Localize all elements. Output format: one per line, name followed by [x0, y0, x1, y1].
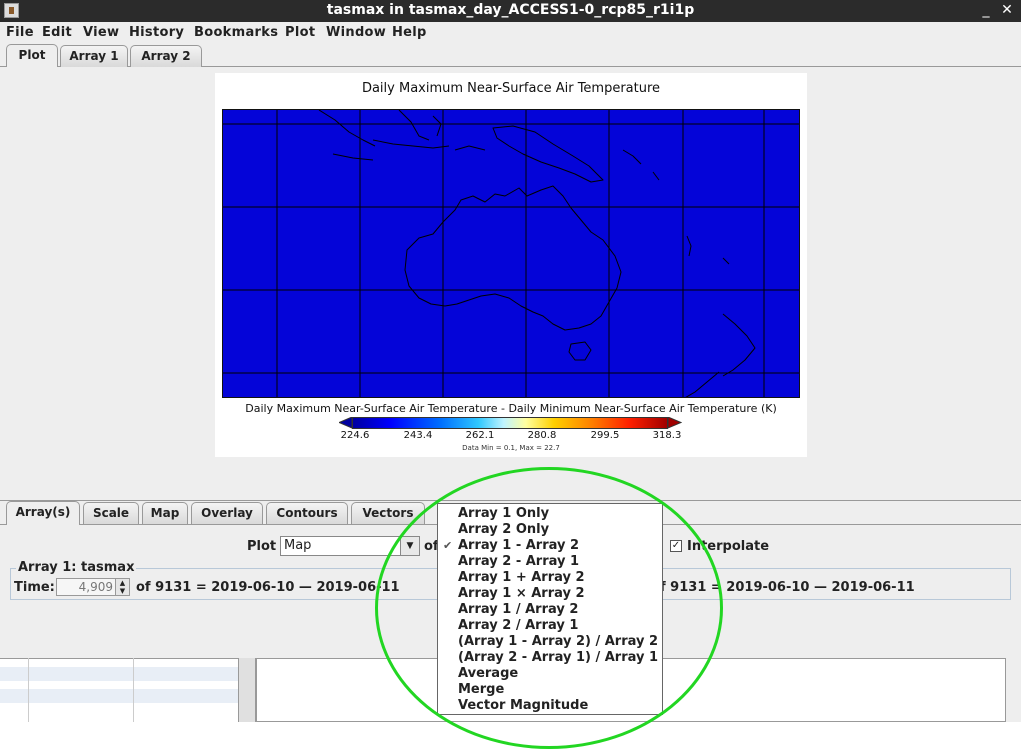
minimize-button[interactable]: _ — [978, 2, 994, 18]
menu-edit[interactable]: Edit — [42, 25, 72, 40]
time-range-left: of 9131 = 2019-06-10 — 2019-06-11 — [136, 580, 400, 595]
colorbar-tick: 318.3 — [652, 430, 682, 441]
popup-item-array1-div-array2[interactable]: Array 1 / Array 2 — [458, 602, 578, 617]
menu-history[interactable]: History — [129, 25, 184, 40]
popup-item-vector-magnitude[interactable]: Vector Magnitude — [458, 698, 588, 713]
colorbar-tick: 262.1 — [465, 430, 495, 441]
time-label: Time: — [14, 580, 55, 595]
map-plot[interactable] — [222, 109, 800, 398]
popup-item-average[interactable]: Average — [458, 666, 518, 681]
colorbar-left-arrow — [339, 417, 353, 429]
spin-up-icon[interactable]: ▲ — [115, 579, 129, 587]
close-button[interactable]: ✕ — [999, 2, 1015, 18]
title-bar: tasmax in tasmax_day_ACCESS1-0_rcp85_r1i… — [0, 0, 1021, 22]
plot-title: Daily Maximum Near-Surface Air Temperatu… — [361, 81, 661, 96]
tab-scale[interactable]: Scale — [83, 502, 139, 524]
interpolate-label: Interpolate — [687, 539, 770, 554]
menu-view[interactable]: View — [83, 25, 119, 40]
plot-label: Plot — [247, 539, 277, 554]
popup-item-array1-plus-array2[interactable]: Array 1 + Array 2 — [458, 570, 585, 585]
top-tab-strip: Plot Array 1 Array 2 — [0, 43, 1021, 68]
tab-map[interactable]: Map — [142, 502, 188, 524]
tab-overlay[interactable]: Overlay — [191, 502, 263, 524]
window-bottom — [0, 722, 1021, 752]
colorbar-label: Daily Maximum Near-Surface Air Temperatu… — [245, 402, 777, 415]
tab-array-2[interactable]: Array 2 — [130, 45, 202, 67]
window-title: tasmax in tasmax_day_ACCESS1-0_rcp85_r1i… — [326, 2, 695, 18]
popup-item-array2-minus-array1[interactable]: Array 2 - Array 1 — [458, 554, 579, 569]
popup-item-reldiff-array1[interactable]: (Array 2 - Array 1) / Array 1 — [458, 650, 658, 665]
combine-mode-popup-menu[interactable]: ✔ Array 1 Only Array 2 Only Array 1 - Ar… — [437, 503, 663, 715]
time-value: 4,909 — [78, 580, 113, 594]
popup-item-array1-minus-array2[interactable]: Array 1 - Array 2 — [458, 538, 579, 553]
plot-type-value: Map — [284, 538, 312, 553]
table-column-divider — [133, 658, 134, 722]
menu-window[interactable]: Window — [326, 25, 386, 40]
data-table[interactable] — [0, 658, 238, 723]
colorbar-tick: 224.6 — [340, 430, 370, 441]
time-spinner[interactable]: 4,909 ▲ ▼ — [56, 578, 130, 596]
array1-title: Array 1: tasmax — [16, 560, 137, 575]
chevron-down-icon[interactable]: ▼ — [400, 537, 419, 555]
table-row[interactable] — [0, 667, 238, 681]
menu-plot[interactable]: Plot — [285, 25, 315, 40]
tab-array-1[interactable]: Array 1 — [60, 45, 128, 67]
spin-down-icon[interactable]: ▼ — [115, 587, 129, 595]
table-row[interactable] — [0, 689, 238, 703]
menu-bookmarks[interactable]: Bookmarks — [194, 25, 278, 40]
interpolate-checkbox[interactable]: ✓ — [670, 540, 682, 552]
popup-item-array1-only[interactable]: Array 1 Only — [458, 506, 549, 521]
popup-item-reldiff-array2[interactable]: (Array 1 - Array 2) / Array 2 — [458, 634, 658, 649]
popup-item-array1-times-array2[interactable]: Array 1 × Array 2 — [458, 586, 585, 601]
colorbar-tick: 243.4 — [403, 430, 433, 441]
tab-vectors[interactable]: Vectors — [351, 502, 425, 524]
tab-arrays[interactable]: Array(s) — [6, 501, 80, 525]
tab-contours[interactable]: Contours — [266, 502, 348, 524]
menu-file[interactable]: File — [6, 25, 34, 40]
plot-type-select[interactable]: Map ▼ — [280, 536, 420, 556]
colorbar-tick: 280.8 — [527, 430, 557, 441]
tab-plot[interactable]: Plot — [6, 44, 58, 68]
menu-help[interactable]: Help — [392, 25, 427, 40]
map-coastlines — [223, 110, 799, 397]
data-range-note: Data Min = 0.1, Max = 22.7 — [462, 444, 560, 452]
popup-item-array2-only[interactable]: Array 2 Only — [458, 522, 549, 537]
colorbar — [352, 417, 668, 429]
popup-item-array2-div-array1[interactable]: Array 2 / Array 1 — [458, 618, 578, 633]
colorbar-right-arrow — [668, 417, 682, 429]
split-pane-divider[interactable] — [238, 658, 256, 722]
check-icon: ✔ — [443, 539, 453, 552]
menu-bar: File Edit View History Bookmarks Plot Wi… — [0, 22, 1021, 43]
table-column-divider — [28, 658, 29, 722]
popup-item-merge[interactable]: Merge — [458, 682, 504, 697]
colorbar-tick: 299.5 — [590, 430, 620, 441]
time-range-right: f 9131 = 2019-06-10 — 2019-06-11 — [660, 580, 915, 595]
